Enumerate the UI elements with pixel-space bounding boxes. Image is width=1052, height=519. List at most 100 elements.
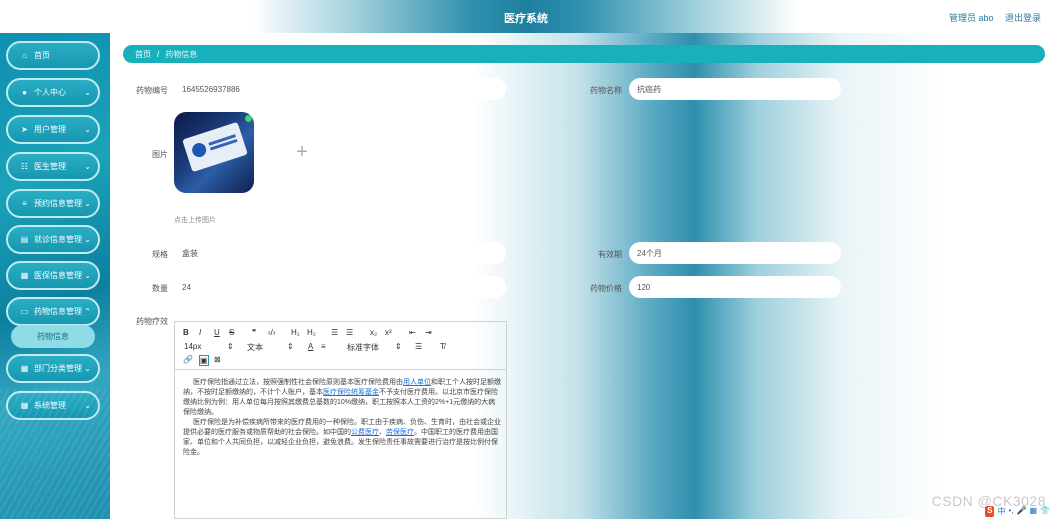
bold-button[interactable]: B <box>183 328 189 337</box>
text-color-button[interactable]: A <box>308 342 313 351</box>
header2-button[interactable]: H₂ <box>307 328 316 337</box>
link-icon[interactable]: 🔗 <box>183 355 193 364</box>
photo-label: 图片 <box>152 150 168 159</box>
sidebar-item-system-management[interactable]: ▦ 系统管理 ⌄ <box>6 391 100 420</box>
link-employer[interactable]: 用人单位 <box>403 379 431 386</box>
spec-field[interactable]: 盒装 <box>174 242 506 264</box>
sidebar-item-label: 就诊信息管理 <box>34 235 82 244</box>
price-field[interactable]: 120 <box>629 276 841 298</box>
clear-format-button[interactable]: T̸ <box>440 342 445 351</box>
plus-icon: + <box>296 141 308 163</box>
medicine-box-image <box>182 121 248 173</box>
indent-decrease-button[interactable]: ⇤ <box>409 328 416 337</box>
image-upload-icon[interactable]: ▣ <box>199 355 209 366</box>
sidebar-item-label: 系统管理 <box>34 401 66 410</box>
text-style-select[interactable]: 文本 <box>247 342 263 353</box>
list-icon: ☷ <box>20 162 29 171</box>
efficacy-editor[interactable]: B I U S ❞ ‹/› H₁ H₂ ☰ ☰ x₂ x² ⇤ ⇥ 14px ⇕… <box>174 321 507 519</box>
drug-name-field[interactable]: 抗癌药 <box>629 78 841 100</box>
editor-toolbar: B I U S ❞ ‹/› H₁ H₂ ☰ ☰ x₂ x² ⇤ ⇥ 14px ⇕… <box>175 322 506 370</box>
breadcrumb-home[interactable]: 首页 <box>135 49 151 60</box>
link-labor-medical[interactable]: 劳保医疗 <box>386 429 414 436</box>
sogou-ime-icon[interactable]: S <box>985 506 995 517</box>
align-button[interactable]: ☰ <box>415 342 422 351</box>
drug-no-field[interactable]: 1645526937886 <box>174 78 506 100</box>
home-icon: ⌂ <box>22 51 27 60</box>
sidebar-item-visit-management[interactable]: ▤ 就诊信息管理 ⌄ <box>6 225 100 254</box>
app-title: 医疗系统 <box>504 13 548 25</box>
chevron-down-icon: ⌄ <box>84 88 91 97</box>
link-insurance-fund[interactable]: 医疗保险统筹基金 <box>323 389 379 396</box>
quantity-field[interactable]: 24 <box>174 276 506 298</box>
menu-icon: ≡ <box>22 199 27 208</box>
sidebar-item-label: 药物信息管理 <box>34 307 82 316</box>
current-user[interactable]: 管理员 abo <box>949 13 994 23</box>
keyboard-icon[interactable]: ▦ <box>1029 506 1037 517</box>
chevron-updown-icon: ⇕ <box>287 342 294 351</box>
chevron-down-icon: ⌄ <box>84 401 91 410</box>
sidebar-item-drug-management[interactable]: ▭ 药物信息管理 ⌃ <box>6 297 100 326</box>
indent-increase-button[interactable]: ⇥ <box>425 328 432 337</box>
logout-link[interactable]: 退出登录 <box>1005 13 1041 23</box>
sidebar-item-personal-center[interactable]: ● 个人中心 ⌄ <box>6 78 100 107</box>
ime-cn-icon[interactable]: 中 <box>997 506 1005 517</box>
sidebar-item-label: 用户管理 <box>34 125 66 134</box>
upload-button[interactable]: + <box>262 112 342 193</box>
sidebar-item-label: 个人中心 <box>34 88 66 97</box>
quote-button[interactable]: ❞ <box>252 328 256 337</box>
header-right: 管理员 abo 退出登录 <box>940 11 1041 24</box>
sidebar: ⌂ 首页 ● 个人中心 ⌄ ➤ 用户管理 ⌄ ☷ 医生管理 ⌄ ≡ 预约信息管理… <box>0 33 110 519</box>
italic-button[interactable]: I <box>199 328 201 337</box>
drug-name-label: 药物名称 <box>590 86 622 95</box>
breadcrumb-current: 药物信息 <box>165 49 198 59</box>
sidebar-item-doctor-management[interactable]: ☷ 医生管理 ⌄ <box>6 152 100 181</box>
subscript-button[interactable]: x₂ <box>370 328 377 337</box>
sidebar-item-label: 部门分类管理 <box>34 364 82 373</box>
ordered-list-button[interactable]: ☰ <box>331 328 338 337</box>
superscript-button[interactable]: x² <box>385 328 392 337</box>
sidebar-item-insurance-management[interactable]: ▦ 医保信息管理 ⌄ <box>6 261 100 290</box>
underline-button[interactable]: U <box>214 328 220 337</box>
chevron-updown-icon: ⇕ <box>395 342 402 351</box>
video-icon[interactable]: ⊠ <box>214 355 221 364</box>
efficacy-paragraph-1: 医疗保险指通过立法，按照强制性社会保险原则基本医疗保险费用由用人单位和职工个人按… <box>183 379 501 416</box>
shirt-icon[interactable]: 👕 <box>1040 506 1050 517</box>
background-color-icon[interactable]: ≡ <box>321 342 326 351</box>
quantity-label: 数量 <box>152 284 168 293</box>
send-icon: ➤ <box>21 125 28 134</box>
grid-icon: ▦ <box>20 364 29 373</box>
punctuation-icon[interactable]: •, <box>1008 506 1013 517</box>
clipboard-icon: ▤ <box>20 235 29 244</box>
efficacy-label: 药物疗效 <box>136 317 168 326</box>
sidebar-item-appointment-management[interactable]: ≡ 预约信息管理 ⌄ <box>6 189 100 218</box>
chevron-down-icon: ⌄ <box>84 364 91 373</box>
code-block-button[interactable]: ‹/› <box>268 328 276 337</box>
mic-icon[interactable]: 🎤 <box>1017 506 1027 517</box>
spec-label: 规格 <box>152 250 168 259</box>
link-public-medical[interactable]: 公费医疗 <box>351 429 379 436</box>
drug-photo[interactable] <box>174 112 254 193</box>
bullet-list-button[interactable]: ☰ <box>346 328 353 337</box>
sidebar-item-user-management[interactable]: ➤ 用户管理 ⌄ <box>6 115 100 144</box>
chevron-down-icon: ⌄ <box>84 199 91 208</box>
sidebar-item-home[interactable]: ⌂ 首页 <box>6 41 100 70</box>
breadcrumb-separator: / <box>157 49 160 59</box>
header1-button[interactable]: H₁ <box>291 328 299 337</box>
sidebar-item-label: 医生管理 <box>34 162 66 171</box>
font-family-select[interactable]: 标准字体 <box>347 342 379 353</box>
sidebar-item-department-management[interactable]: ▦ 部门分类管理 ⌄ <box>6 354 100 383</box>
monitor-icon: ▭ <box>20 307 29 316</box>
upload-success-icon <box>245 115 252 122</box>
editor-content[interactable]: 医疗保险指通过立法，按照强制性社会保险原则基本医疗保险费用由用人单位和职工个人按… <box>183 378 501 458</box>
sidebar-subitem-drug-info[interactable]: 药物信息 <box>11 325 95 348</box>
system-tray: S 中 •, 🎤 ▦ 👕 <box>985 506 1050 517</box>
efficacy-paragraph-2: 医疗保险是为补偿疾病所带来的医疗费用的一种保险。职工由于疾病、负伤、生育时，由社… <box>183 419 501 456</box>
user-icon: ● <box>22 88 27 97</box>
upload-hint: 点击上传图片 <box>174 217 216 224</box>
strike-button[interactable]: S <box>229 328 234 337</box>
top-bar: 医疗系统 管理员 abo 退出登录 <box>0 0 1052 33</box>
chevron-down-icon: ⌄ <box>84 235 91 244</box>
validity-field[interactable]: 24个月 <box>629 242 841 264</box>
font-size-select[interactable]: 14px <box>184 342 201 351</box>
chevron-down-icon: ⌄ <box>84 125 91 134</box>
